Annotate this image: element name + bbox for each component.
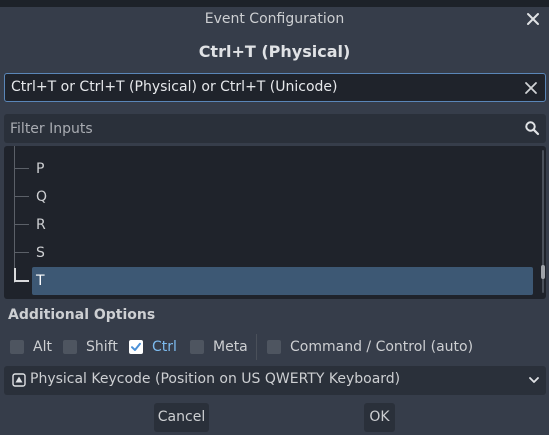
window-title: Event Configuration xyxy=(204,11,345,27)
tree-item-label: R xyxy=(36,217,46,233)
tree-connector xyxy=(15,252,29,253)
physical-key-icon xyxy=(12,373,26,387)
tree-item-r[interactable]: R xyxy=(4,211,534,239)
ok-button[interactable]: OK xyxy=(364,403,395,432)
tree-item-label: T xyxy=(36,273,45,289)
tree-scrollbar-thumb[interactable] xyxy=(541,265,545,279)
tree-connector xyxy=(15,196,29,197)
close-icon[interactable] xyxy=(525,11,541,27)
tree-item-t[interactable]: T xyxy=(4,267,534,295)
checkbox-box xyxy=(10,340,24,354)
tree-connector xyxy=(15,224,29,225)
event-listener-field[interactable]: Ctrl+T or Ctrl+T (Physical) or Ctrl+T (U… xyxy=(4,73,546,102)
tree-item-q[interactable]: Q xyxy=(4,183,534,211)
tree-item-label: P xyxy=(36,161,45,177)
tree-item-label: Q xyxy=(36,189,48,205)
event-listener-value: Ctrl+T or Ctrl+T (Physical) or Ctrl+T (U… xyxy=(11,79,338,95)
search-icon xyxy=(524,120,540,136)
checkbox-box xyxy=(190,340,204,354)
command-control-auto-checkbox[interactable]: Command / Control (auto) xyxy=(267,338,473,356)
tree-item-p[interactable]: P xyxy=(4,155,534,183)
event-title: Ctrl+T (Physical) xyxy=(198,42,351,61)
check-icon xyxy=(129,340,143,354)
command-control-auto-label: Command / Control (auto) xyxy=(290,339,474,355)
shift-label: Shift xyxy=(86,339,118,355)
selection-highlight xyxy=(32,267,533,295)
cancel-button[interactable]: Cancel xyxy=(154,403,209,432)
alt-checkbox[interactable]: Alt xyxy=(10,338,55,356)
ctrl-label: Ctrl xyxy=(152,339,177,355)
filter-inputs-field xyxy=(4,114,546,143)
window-top-border xyxy=(0,0,549,7)
clear-icon[interactable] xyxy=(523,80,539,96)
checkbox-box xyxy=(63,340,77,354)
title-bar: Event Configuration xyxy=(0,7,549,33)
alt-label: Alt xyxy=(33,339,52,355)
checkbox-box xyxy=(267,340,281,354)
tree-connector xyxy=(15,168,29,169)
meta-label: Meta xyxy=(213,339,248,355)
tree-item-label: S xyxy=(36,245,45,261)
additional-options-heading: Additional Options xyxy=(8,307,156,323)
modifier-options: Alt Shift Ctrl Meta Command / Control (a… xyxy=(0,334,549,360)
tree-connector xyxy=(15,280,29,282)
ctrl-checkbox[interactable]: Ctrl xyxy=(129,338,181,356)
chevron-down-icon xyxy=(528,374,540,386)
keycode-mode-dropdown[interactable]: Physical Keycode (Position on US QWERTY … xyxy=(4,366,546,395)
options-divider xyxy=(256,334,257,360)
input-tree: P Q R S T xyxy=(4,146,546,299)
meta-checkbox[interactable]: Meta xyxy=(190,338,250,356)
filter-input[interactable] xyxy=(4,114,514,143)
keycode-mode-value: Physical Keycode (Position on US QWERTY … xyxy=(30,371,401,387)
tree-item-s[interactable]: S xyxy=(4,239,534,267)
shift-checkbox[interactable]: Shift xyxy=(63,338,123,356)
